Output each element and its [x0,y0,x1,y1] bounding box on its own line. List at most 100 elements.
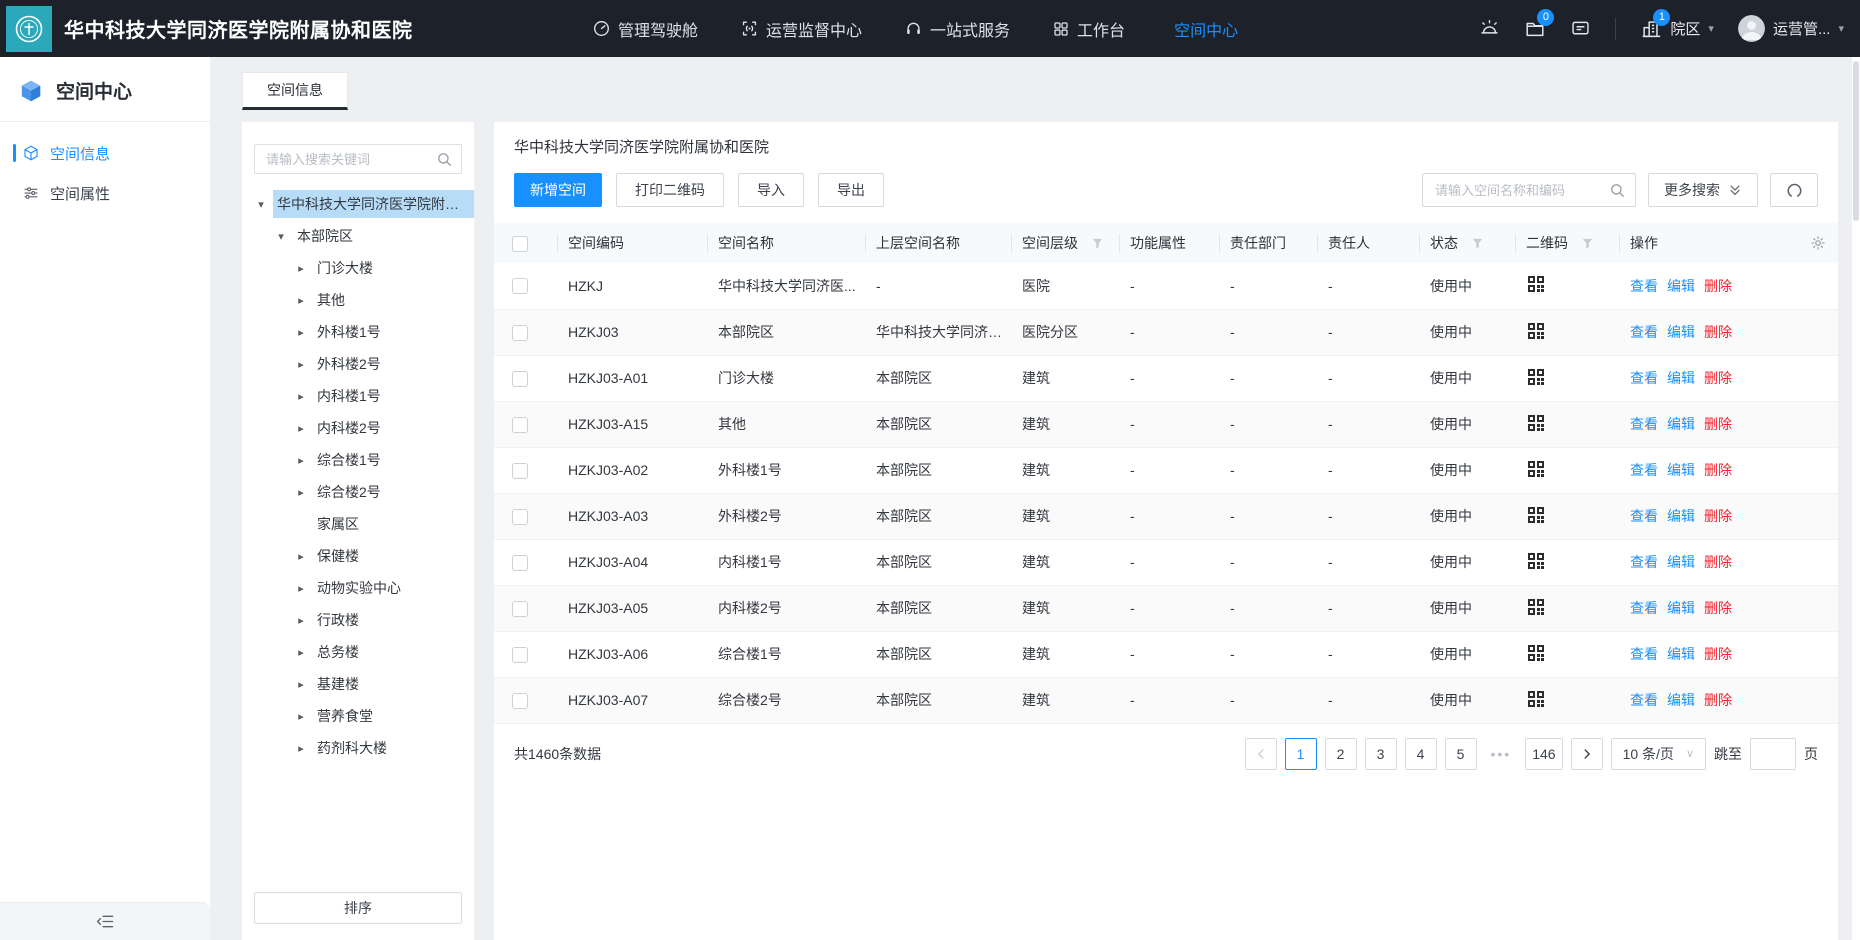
row-checkbox[interactable] [512,509,528,525]
view-link[interactable]: 查看 [1630,646,1658,662]
caret-right-icon[interactable]: ▸ [294,678,308,691]
row-checkbox[interactable] [512,647,528,663]
space-search-input[interactable] [1433,182,1610,199]
qr-code-icon[interactable] [1526,367,1546,387]
nav-item-2[interactable]: 一站式服务 [904,17,1010,41]
gear-icon[interactable] [1810,235,1826,251]
edit-link[interactable]: 编辑 [1667,324,1695,340]
tree-search-input[interactable] [264,151,437,168]
filter-icon[interactable] [1472,238,1483,249]
campus-switcher[interactable]: 1 院区 ▾ [1640,18,1714,40]
qr-code-icon[interactable] [1526,459,1546,479]
caret-right-icon[interactable]: ▸ [294,550,308,563]
nav-item-3[interactable]: 工作台 [1052,17,1125,41]
page-size-select[interactable]: 10 条/页∨ [1611,738,1706,770]
edit-link[interactable]: 编辑 [1667,508,1695,524]
jump-page-input[interactable] [1750,738,1796,770]
edit-link[interactable]: 编辑 [1667,462,1695,478]
user-menu[interactable]: 运营管... ▾ [1738,15,1844,42]
more-search-button[interactable]: 更多搜索 [1648,173,1758,207]
page-button-4[interactable]: 4 [1405,738,1437,770]
edit-link[interactable]: 编辑 [1667,370,1695,386]
tree-node[interactable]: ▾本部院区 [242,220,474,252]
tree-node[interactable]: ▸营养食堂 [242,700,474,732]
qr-code-icon[interactable] [1526,274,1546,294]
filter-icon[interactable] [1582,238,1593,249]
next-page-button[interactable] [1571,738,1603,770]
prev-page-button[interactable] [1245,738,1277,770]
tree-node[interactable]: ▸综合楼1号 [242,444,474,476]
page-button-1[interactable]: 1 [1285,738,1317,770]
tree-node[interactable]: ▸其他 [242,284,474,316]
edit-link[interactable]: 编辑 [1667,416,1695,432]
row-checkbox[interactable] [512,555,528,571]
page-button-5[interactable]: 5 [1445,738,1477,770]
delete-link[interactable]: 删除 [1704,692,1732,708]
qr-code-icon[interactable] [1526,321,1546,341]
caret-right-icon[interactable]: ▸ [294,262,308,275]
qr-code-icon[interactable] [1526,505,1546,525]
qr-code-icon[interactable] [1526,689,1546,709]
refresh-button[interactable] [1770,173,1818,207]
view-link[interactable]: 查看 [1630,324,1658,340]
caret-right-icon[interactable]: ▸ [294,486,308,499]
view-link[interactable]: 查看 [1630,278,1658,294]
delete-link[interactable]: 删除 [1704,278,1732,294]
tree-node[interactable]: ▸门诊大楼 [242,252,474,284]
edit-link[interactable]: 编辑 [1667,554,1695,570]
row-checkbox[interactable] [512,693,528,709]
tree-node[interactable]: ▸行政楼 [242,604,474,636]
caret-right-icon[interactable]: ▸ [294,742,308,755]
message-icon[interactable] [1570,18,1591,39]
sidebar-collapse-bar[interactable] [0,902,210,940]
scrollbar-track[interactable] [1852,57,1860,940]
page-button-146[interactable]: 146 [1525,738,1562,770]
row-checkbox[interactable] [512,463,528,479]
edit-link[interactable]: 编辑 [1667,646,1695,662]
tree-node[interactable]: ▸总务楼 [242,636,474,668]
tab-space-info[interactable]: 空间信息 [242,72,348,110]
delete-link[interactable]: 删除 [1704,370,1732,386]
edit-link[interactable]: 编辑 [1667,278,1695,294]
sort-button[interactable]: 排序 [254,892,462,924]
view-link[interactable]: 查看 [1630,692,1658,708]
delete-link[interactable]: 删除 [1704,508,1732,524]
delete-link[interactable]: 删除 [1704,324,1732,340]
sidebar-item-0[interactable]: 空间信息 [0,133,210,173]
search-icon[interactable] [437,152,452,167]
todo-folder-icon[interactable]: 0 [1524,18,1546,40]
row-checkbox[interactable] [512,417,528,433]
row-checkbox[interactable] [512,325,528,341]
view-link[interactable]: 查看 [1630,462,1658,478]
tree-node[interactable]: ▸综合楼2号 [242,476,474,508]
import-button[interactable]: 导入 [738,173,804,207]
row-checkbox[interactable] [512,278,528,294]
nav-item-4[interactable]: 空间中心 [1167,17,1238,41]
qr-code-icon[interactable] [1526,597,1546,617]
alarm-icon[interactable] [1479,18,1500,39]
caret-right-icon[interactable]: ▸ [294,294,308,307]
tree-node[interactable]: 家属区 [242,508,474,540]
view-link[interactable]: 查看 [1630,600,1658,616]
nav-item-1[interactable]: 运营监督中心 [740,17,862,41]
qr-code-icon[interactable] [1526,413,1546,433]
caret-down-icon[interactable]: ▾ [274,230,288,243]
tree-node[interactable]: ▾华中科技大学同济医学院附属协... [242,188,474,220]
scrollbar-thumb[interactable] [1853,61,1859,221]
caret-right-icon[interactable]: ▸ [294,390,308,403]
edit-link[interactable]: 编辑 [1667,692,1695,708]
tree-node[interactable]: ▸内科楼2号 [242,412,474,444]
delete-link[interactable]: 删除 [1704,600,1732,616]
export-button[interactable]: 导出 [818,173,884,207]
caret-down-icon[interactable]: ▾ [254,198,268,211]
caret-right-icon[interactable]: ▸ [294,614,308,627]
tree-node[interactable]: ▸内科楼1号 [242,380,474,412]
caret-right-icon[interactable]: ▸ [294,454,308,467]
filter-icon[interactable] [1092,238,1103,249]
tree-node[interactable]: ▸动物实验中心 [242,572,474,604]
view-link[interactable]: 查看 [1630,554,1658,570]
view-link[interactable]: 查看 [1630,416,1658,432]
tree-node[interactable]: ▸保健楼 [242,540,474,572]
tree-node[interactable]: ▸药剂科大楼 [242,732,474,764]
row-checkbox[interactable] [512,371,528,387]
